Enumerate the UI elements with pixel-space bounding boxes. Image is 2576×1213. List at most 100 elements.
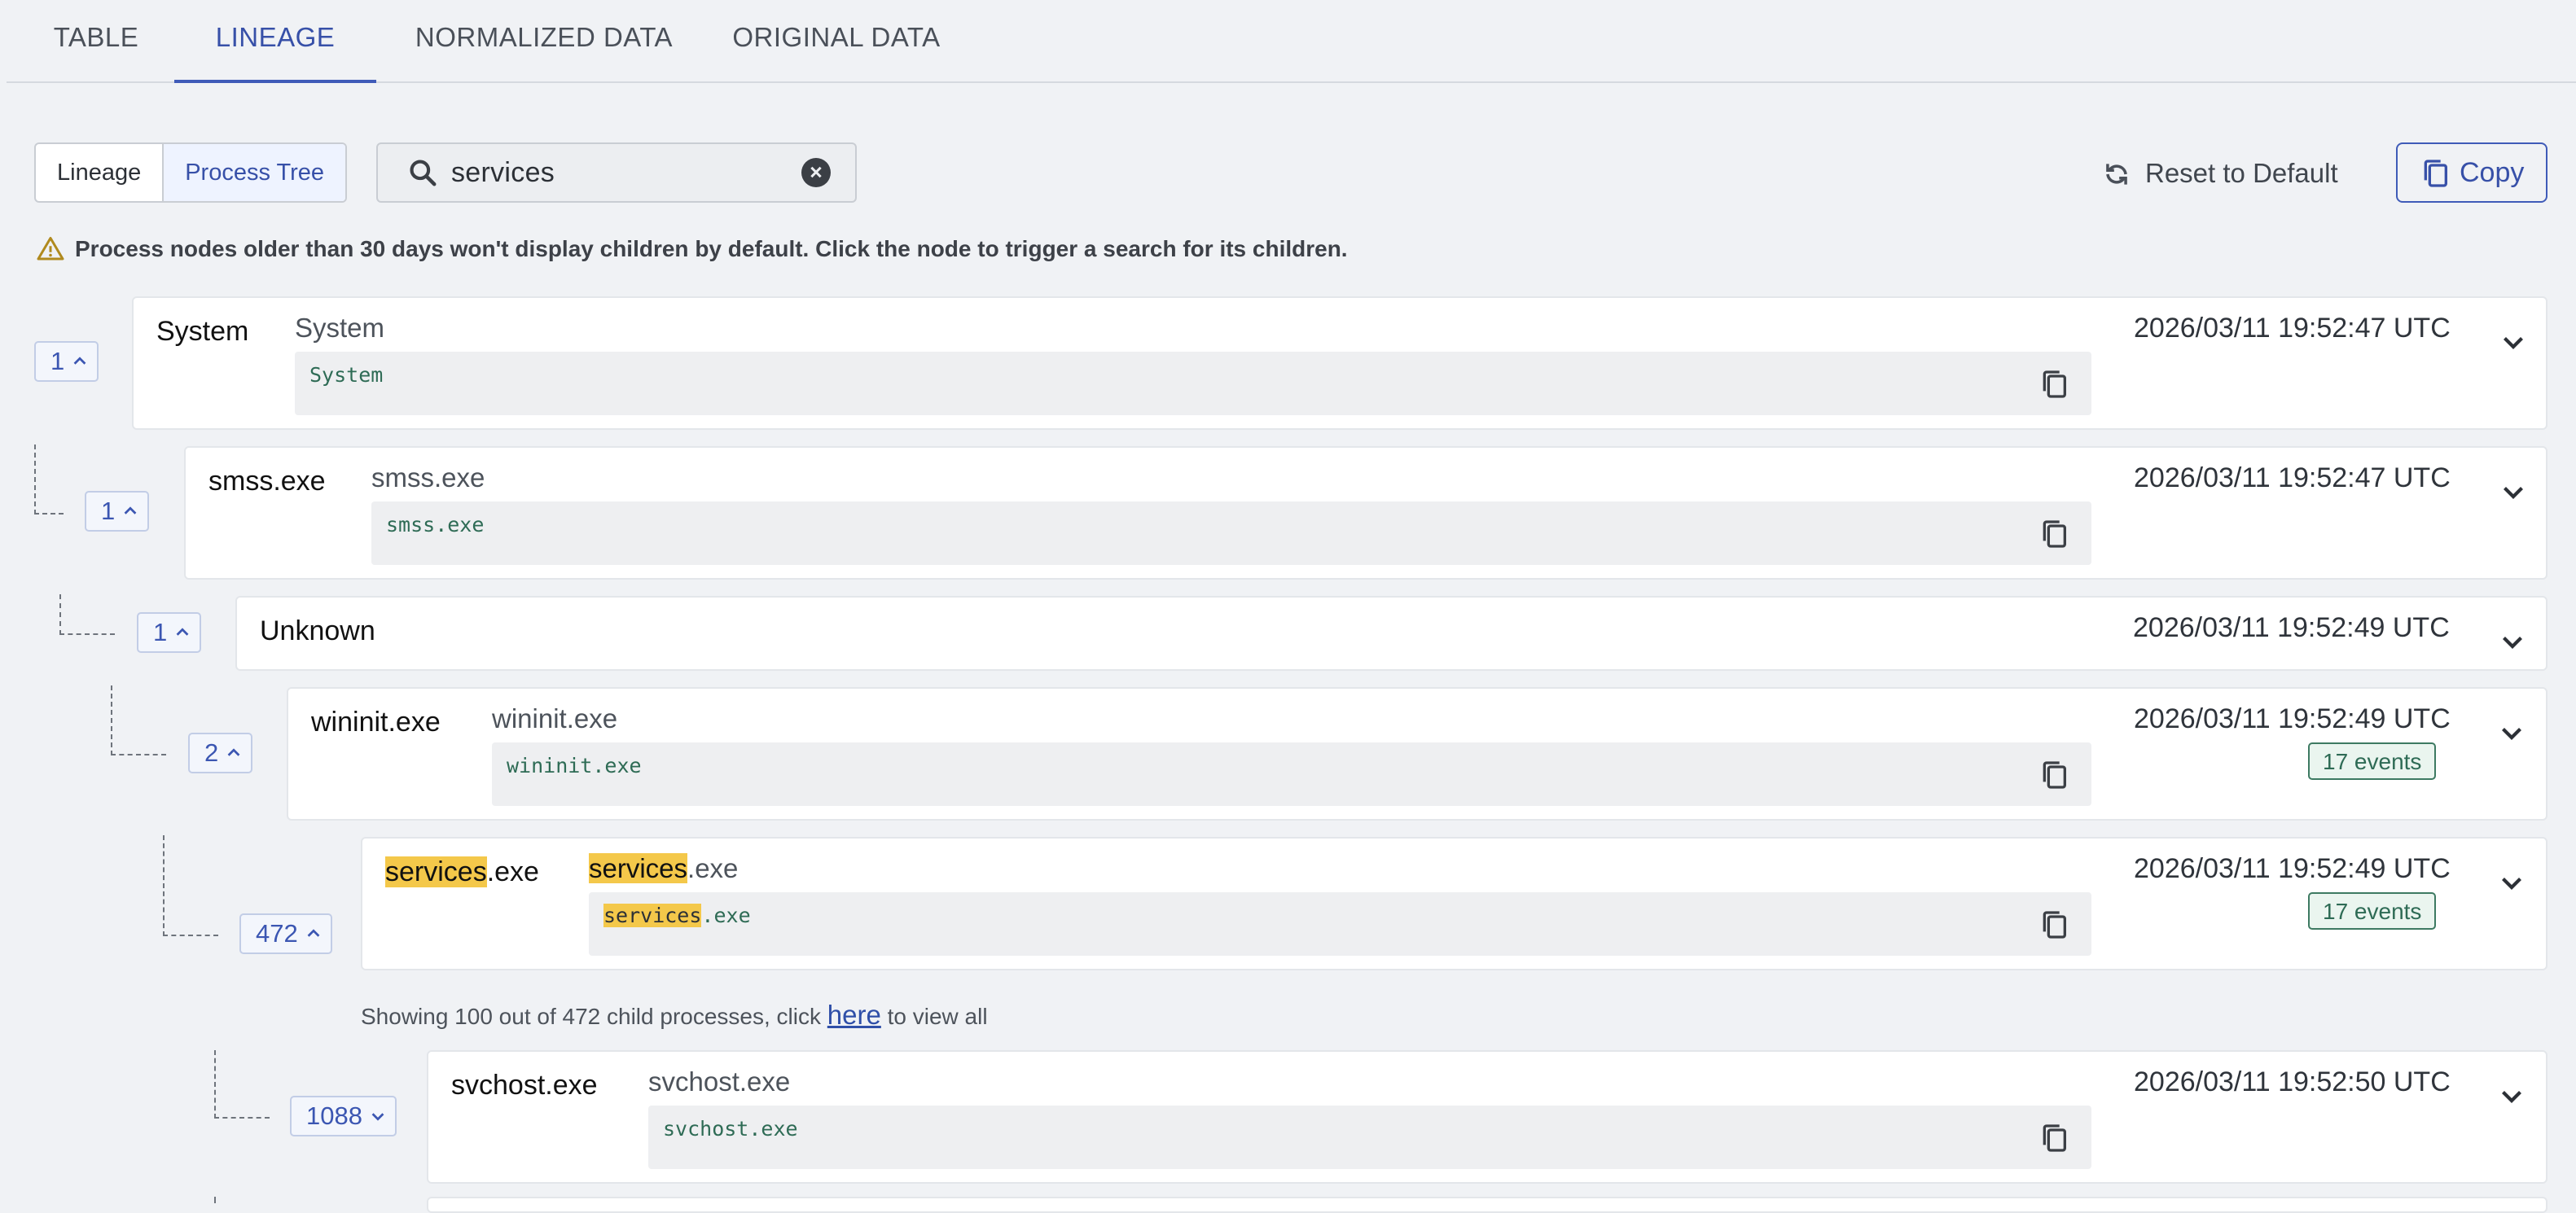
process-image: svchost.exe: [648, 1066, 791, 1097]
process-name: smss.exe: [208, 466, 326, 497]
copy-label: Copy: [2460, 157, 2525, 188]
tree-connector: [214, 1050, 270, 1119]
copy-icon[interactable]: [2038, 366, 2070, 402]
tab-original-data[interactable]: ORIGINAL DATA: [710, 0, 963, 81]
child-count: 472: [256, 919, 298, 948]
notice-prefix: Showing 100 out of 472 child processes, …: [361, 1004, 821, 1029]
process-name-rest: .exe: [486, 856, 539, 887]
chevron-down-icon[interactable]: [2498, 627, 2527, 656]
process-node-card[interactable]: [427, 1197, 2547, 1213]
chevron-up-icon: [124, 506, 137, 515]
notice-suffix: to view all: [887, 1004, 988, 1029]
command-line-box: smss.exe: [371, 501, 2091, 565]
process-node-card[interactable]: System System System 2026/03/11 19:52:47…: [132, 296, 2547, 430]
warning-icon: [37, 237, 64, 261]
events-badge[interactable]: 17 events: [2308, 742, 2437, 780]
child-count-toggle[interactable]: 1: [137, 612, 202, 653]
process-timestamp: 2026/03/11 19:52:50 UTC: [2134, 1066, 2451, 1097]
tab-lineage[interactable]: LINEAGE: [174, 0, 376, 83]
lineage-mode-button[interactable]: Lineage: [36, 144, 162, 201]
process-timestamp: 2026/03/11 19:52:49 UTC: [2133, 612, 2450, 643]
command-line-box: services.exe: [589, 892, 2091, 956]
process-tree-mode-button[interactable]: Process Tree: [162, 144, 346, 201]
refresh-icon: [2106, 164, 2127, 185]
search-highlight: services: [385, 856, 487, 887]
command-line: svchost.exe: [663, 1117, 798, 1141]
process-timestamp: 2026/03/11 19:52:49 UTC: [2134, 703, 2451, 734]
tab-normalized-data[interactable]: NORMALIZED DATA: [414, 0, 674, 81]
chevron-down-icon[interactable]: [2499, 477, 2528, 506]
process-name: svchost.exe: [451, 1070, 598, 1101]
copy-button[interactable]: Copy: [2396, 142, 2547, 203]
chevron-up-icon: [307, 929, 320, 937]
search-highlight: services: [589, 853, 688, 883]
chevron-down-icon[interactable]: [2497, 868, 2526, 897]
child-count: 1: [153, 618, 168, 646]
process-node-card[interactable]: wininit.exe wininit.exe wininit.exe 2026…: [287, 687, 2547, 821]
process-node-card[interactable]: services.exe services.exe services.exe 2…: [361, 837, 2547, 970]
process-image: smss.exe: [371, 462, 485, 493]
child-count-toggle[interactable]: 2: [188, 733, 253, 773]
command-line: wininit.exe: [507, 754, 642, 777]
search-value: services: [451, 157, 555, 188]
process-image: System: [295, 313, 385, 343]
copy-icon[interactable]: [2038, 907, 2070, 943]
child-count-toggle[interactable]: 1: [34, 341, 99, 382]
process-node-card[interactable]: Unknown 2026/03/11 19:52:49 UTC: [235, 596, 2547, 671]
events-badge[interactable]: 17 events: [2308, 892, 2437, 930]
process-timestamp: 2026/03/11 19:52:49 UTC: [2134, 853, 2451, 884]
copy-icon[interactable]: [2038, 1120, 2070, 1156]
process-node-card[interactable]: smss.exe smss.exe smss.exe 2026/03/11 19…: [184, 446, 2547, 580]
process-name: services.exe: [385, 856, 539, 888]
chevron-down-icon[interactable]: [2497, 718, 2526, 747]
command-line: smss.exe: [386, 513, 485, 536]
search-input[interactable]: services: [376, 142, 857, 203]
chevron-down-icon[interactable]: [2499, 327, 2528, 357]
tree-connector: [214, 1197, 216, 1203]
search-highlight: services: [603, 904, 702, 927]
chevron-up-icon: [176, 628, 189, 636]
process-image: services.exe: [589, 853, 738, 884]
process-node-card[interactable]: svchost.exe svchost.exe svchost.exe 2026…: [427, 1050, 2547, 1184]
child-count: 1: [50, 347, 65, 375]
child-count-toggle[interactable]: 1: [85, 491, 150, 532]
child-process-notice: Showing 100 out of 472 child processes, …: [361, 1000, 988, 1031]
process-name: System: [156, 316, 249, 347]
chevron-up-icon: [227, 748, 240, 756]
process-image-rest: .exe: [687, 853, 739, 883]
command-line-box: System: [295, 352, 2091, 415]
tab-table[interactable]: TABLE: [49, 0, 143, 81]
copy-icon[interactable]: [2038, 516, 2070, 552]
tree-connector: [34, 444, 64, 515]
child-count-toggle[interactable]: 1088: [290, 1096, 397, 1136]
child-count-toggle[interactable]: 472: [239, 913, 332, 954]
chevron-down-icon[interactable]: [2497, 1081, 2526, 1110]
clear-search-icon[interactable]: [801, 158, 831, 187]
process-timestamp: 2026/03/11 19:52:47 UTC: [2134, 462, 2451, 493]
copy-icon: [2424, 160, 2447, 187]
process-timestamp: 2026/03/11 19:52:47 UTC: [2134, 313, 2451, 344]
command-line-rest: .exe: [701, 904, 751, 927]
chevron-up-icon: [73, 357, 86, 365]
search-icon: [410, 160, 437, 186]
child-count: 1: [101, 497, 116, 525]
tree-connector: [163, 835, 218, 936]
warning-text: Process nodes older than 30 days won't d…: [75, 236, 1348, 261]
reset-label: Reset to Default: [2145, 158, 2338, 188]
process-name: Unknown: [260, 615, 375, 646]
chevron-down-icon: [371, 1113, 384, 1121]
view-all-children-link[interactable]: here: [827, 1000, 881, 1030]
command-line: services.exe: [603, 904, 751, 927]
tree-connector: [111, 685, 166, 755]
view-mode-toggle: Lineage Process Tree: [34, 142, 348, 203]
command-line-box: svchost.exe: [648, 1106, 2091, 1169]
child-count: 1088: [306, 1101, 362, 1130]
command-line: System: [309, 363, 384, 387]
process-name: wininit.exe: [311, 707, 441, 738]
command-line-box: wininit.exe: [492, 742, 2091, 806]
tab-bar: TABLE LINEAGE NORMALIZED DATA ORIGINAL D…: [7, 0, 2576, 83]
tree-connector: [59, 594, 115, 635]
copy-icon[interactable]: [2038, 757, 2070, 793]
child-count: 2: [204, 738, 219, 767]
process-image: wininit.exe: [492, 703, 618, 733]
